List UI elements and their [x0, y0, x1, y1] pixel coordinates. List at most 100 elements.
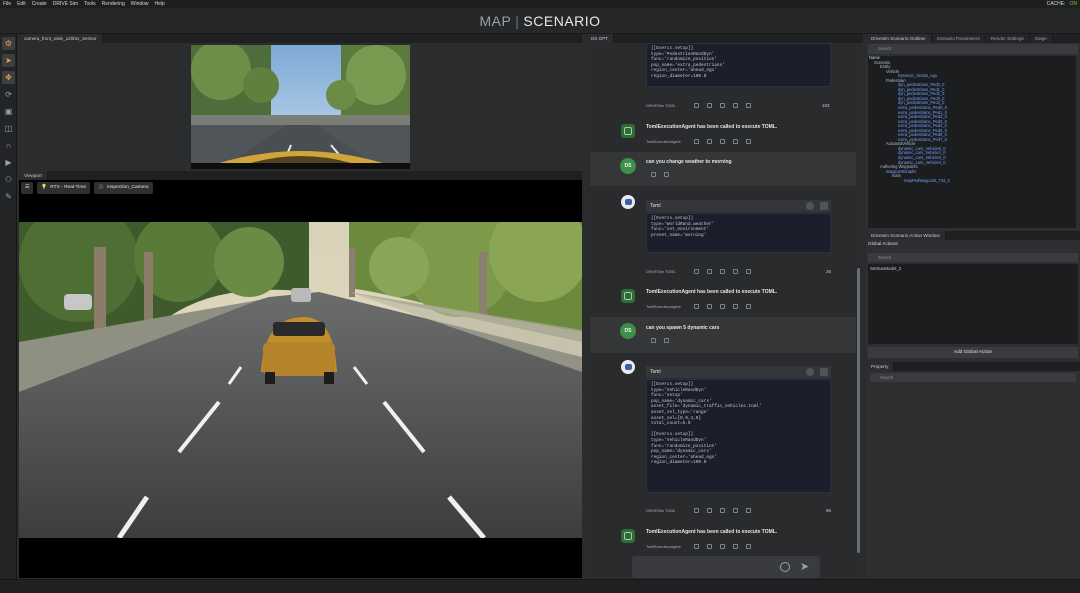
menu-file[interactable]: File — [3, 0, 11, 8]
thumbs-down-icon[interactable] — [707, 139, 712, 144]
token-count: 103 — [822, 103, 830, 108]
render-mode-button[interactable]: 💡 RTX - Real-Time — [37, 182, 91, 194]
delete-icon[interactable] — [746, 103, 751, 108]
magnet-icon[interactable]: ∩ — [2, 139, 15, 152]
menu-edit[interactable]: Edit — [17, 0, 26, 8]
regenerate-icon[interactable] — [733, 304, 738, 309]
chat-panel: [[Evercs.setup]] type='PedestrianRandDyn… — [586, 43, 863, 581]
copy-icon[interactable] — [720, 508, 725, 513]
tab-viewport[interactable]: Viewport — [19, 171, 48, 180]
tool-strip: ⚙ ➤ ✥ ⟳ ▣ ◫ ∩ ▶ ⚇ ✎ — [0, 34, 17, 579]
waypoint-icon[interactable]: ⚇ — [2, 173, 15, 186]
delete-icon[interactable] — [746, 139, 751, 144]
viewport-scene-drawing — [19, 222, 582, 538]
agent-name: TomlExecutionAgent — [646, 545, 681, 549]
global-action-item[interactable]: SetSunModel_2 — [870, 266, 1076, 271]
delete-icon[interactable] — [746, 304, 751, 309]
outliner-search-input[interactable]: Search — [868, 44, 1078, 54]
run-icon[interactable] — [806, 202, 814, 210]
tab-scenario-outliner[interactable]: Drivesim Scenario Outliner — [866, 34, 932, 43]
outliner-tree[interactable]: Name Scenario Entity Vehicle Dynamic_Sedan_… — [868, 56, 1076, 228]
regenerate-icon[interactable] — [733, 544, 738, 549]
tab-property[interactable]: Property — [866, 362, 895, 371]
tag-icon[interactable]: ✎ — [2, 190, 15, 203]
copy-icon[interactable] — [664, 338, 669, 343]
menu-window[interactable]: Window — [131, 0, 149, 8]
copy-code-icon[interactable] — [820, 368, 828, 376]
scale-icon[interactable]: ▣ — [2, 105, 15, 118]
copy-icon[interactable] — [720, 304, 725, 309]
property-search-placeholder: Search — [880, 375, 894, 380]
send-icon[interactable]: ➤ — [800, 560, 809, 573]
play-icon[interactable]: ▶ — [2, 156, 15, 169]
tab-sensor[interactable]: camera_front_wide_120fov_Sensor — [19, 34, 103, 43]
thumbs-up-icon[interactable] — [694, 544, 699, 549]
gear-icon[interactable]: ⚙ — [2, 37, 15, 50]
delete-icon[interactable] — [746, 508, 751, 513]
code-block: [[Evercs.setup]] type='PedestrianRandDyn… — [646, 43, 831, 87]
token-count: 96 — [826, 508, 832, 513]
camera-button[interactable]: 🎥 Inspection_Camera — [94, 182, 153, 194]
viewport-menu-button[interactable]: ☰ — [21, 182, 34, 194]
menu-help[interactable]: Help — [155, 0, 165, 8]
menu-drivesim[interactable]: DRIVE Sim — [53, 0, 78, 8]
thumbs-up-icon[interactable] — [694, 103, 699, 108]
tree-item[interactable]: mapPedWaypoint_734_0 — [868, 178, 1076, 184]
camera-icon: 🎥 — [98, 185, 104, 190]
copy-icon[interactable] — [720, 544, 725, 549]
chat-scrollbar[interactable] — [857, 268, 860, 553]
global-actions-search-input[interactable]: Search — [868, 253, 1078, 262]
mode-scenario[interactable]: SCENARIO — [523, 13, 600, 29]
thumbs-up-icon[interactable] — [694, 139, 699, 144]
thumbs-down-icon[interactable] — [707, 304, 712, 309]
copy-icon[interactable] — [720, 139, 725, 144]
edit-icon[interactable] — [651, 338, 656, 343]
tab-ds-gpt[interactable]: DS GPT — [586, 34, 615, 43]
property-search-input[interactable]: Search — [870, 373, 1076, 382]
move-icon[interactable]: ✥ — [2, 71, 15, 84]
viewport-scene[interactable] — [19, 222, 582, 538]
select-arrow-icon[interactable]: ➤ — [2, 54, 15, 67]
attach-icon[interactable] — [780, 562, 790, 572]
thumbs-down-icon[interactable] — [707, 103, 712, 108]
regenerate-icon[interactable] — [733, 103, 738, 108]
regenerate-icon[interactable] — [733, 269, 738, 274]
thumbs-up-icon[interactable] — [694, 269, 699, 274]
snap-icon[interactable]: ◫ — [2, 122, 15, 135]
message-actions — [694, 508, 751, 513]
user-message-actions — [651, 338, 669, 343]
thumbs-up-icon[interactable] — [694, 508, 699, 513]
sensor-tabbar: camera_front_wide_120fov_Sensor — [19, 34, 582, 43]
copy-icon[interactable] — [720, 269, 725, 274]
menu-create[interactable]: Create — [32, 0, 47, 8]
mode-title-bar: MAP | SCENARIO — [0, 8, 1080, 34]
menu-rendering[interactable]: Rendering — [102, 0, 125, 8]
toml-label: Toml — [650, 203, 661, 209]
agent-message: TomlExecutionAgent has been called to ex… — [646, 124, 778, 130]
add-global-action-button[interactable]: Add Global Action — [868, 347, 1078, 358]
chat-input[interactable]: ➤ — [632, 556, 820, 578]
tab-render-settings[interactable]: Render Settings — [985, 34, 1030, 43]
copy-icon[interactable] — [664, 172, 669, 177]
live-indicator[interactable]: ON — [1070, 0, 1078, 8]
thumbs-up-icon[interactable] — [694, 304, 699, 309]
mode-map[interactable]: MAP — [479, 13, 511, 29]
thumbs-down-icon[interactable] — [707, 508, 712, 513]
menu-tools[interactable]: Tools — [84, 0, 96, 8]
tab-action-window[interactable]: Drivesim Scenario Action Window — [866, 231, 946, 240]
edit-icon[interactable] — [651, 172, 656, 177]
rotate-icon[interactable]: ⟳ — [2, 88, 15, 101]
regenerate-icon[interactable] — [733, 139, 738, 144]
tree-rows: Scenario Entity Vehicle Dynamic_Sedan_ego Pe… — [868, 60, 1076, 184]
copy-icon[interactable] — [720, 103, 725, 108]
delete-icon[interactable] — [746, 544, 751, 549]
tab-scenario-parameters[interactable]: Scenario Parameters — [931, 34, 986, 43]
tab-stage[interactable]: Stage — [1029, 34, 1053, 43]
thumbs-down-icon[interactable] — [707, 269, 712, 274]
regenerate-icon[interactable] — [733, 508, 738, 513]
thumbs-down-icon[interactable] — [707, 544, 712, 549]
run-icon[interactable] — [806, 368, 814, 376]
delete-icon[interactable] — [746, 269, 751, 274]
copy-code-icon[interactable] — [820, 202, 828, 210]
outliner-tabbar: Drivesim Scenario Outliner Scenario Para… — [866, 34, 1080, 43]
